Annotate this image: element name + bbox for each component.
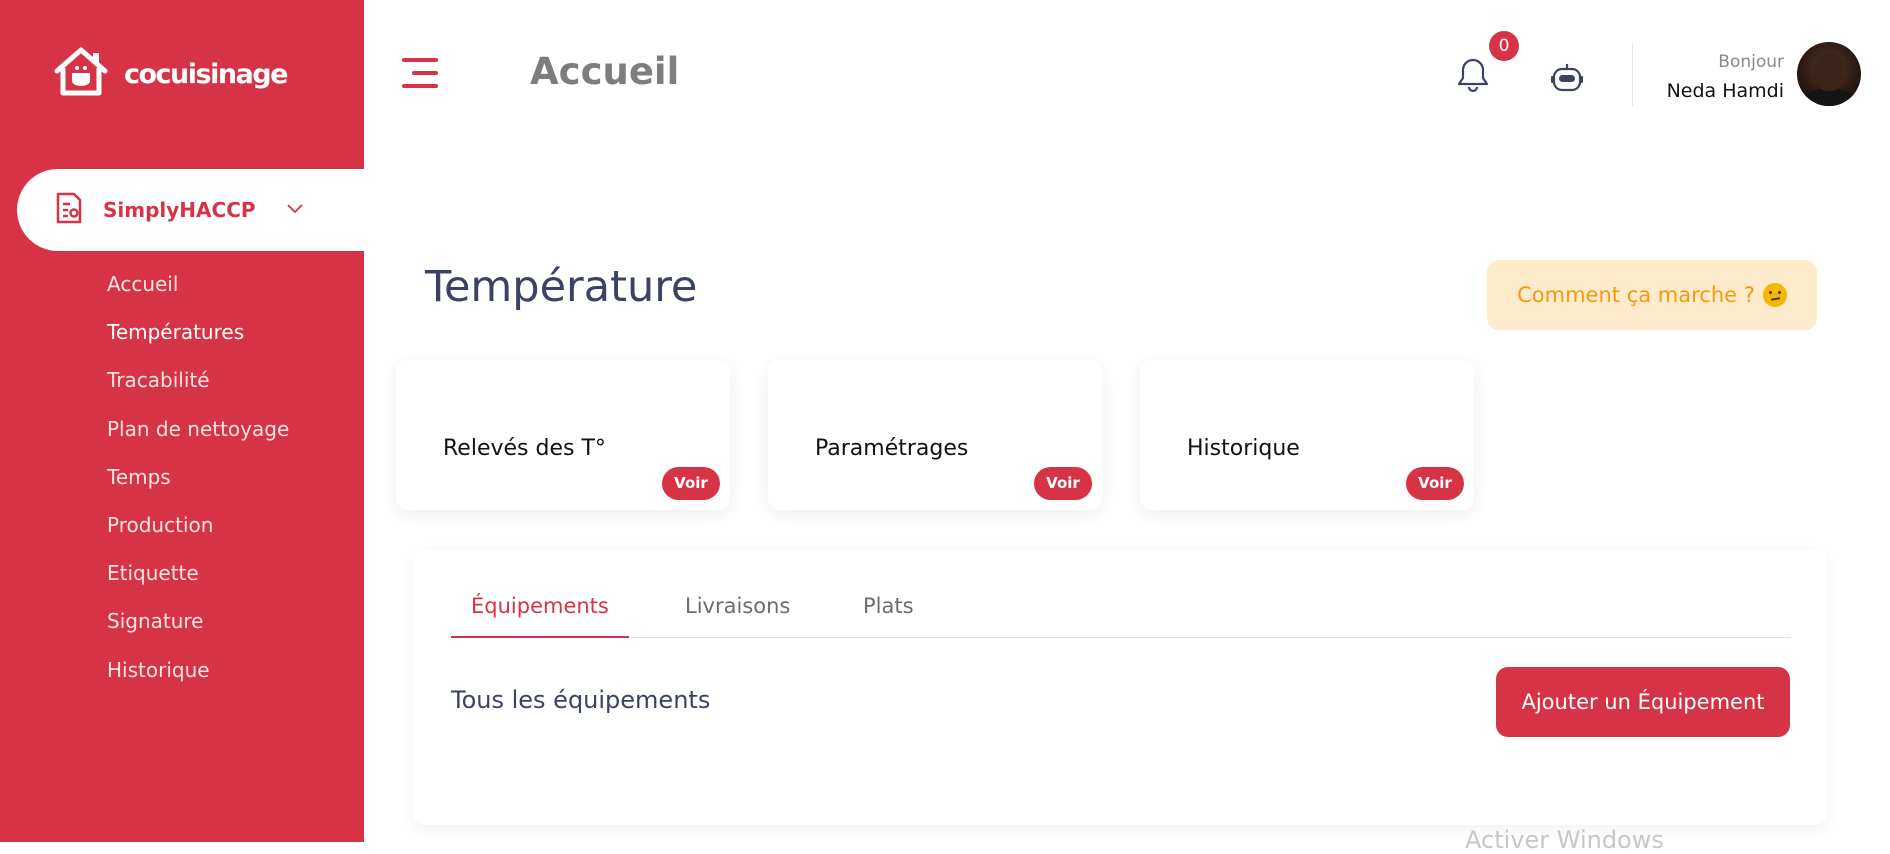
notification-badge: 0 bbox=[1489, 31, 1519, 61]
sidebar-item-signature[interactable]: Signature bbox=[107, 607, 289, 655]
card-label: Paramétrages bbox=[815, 436, 969, 461]
module-label: SimplyHACCP bbox=[103, 198, 256, 222]
avatar[interactable] bbox=[1797, 42, 1861, 106]
how-it-works-label: Comment ça marche ? bbox=[1517, 283, 1755, 307]
menu-toggle-icon[interactable] bbox=[402, 58, 438, 97]
card-parametrages[interactable]: Paramétrages Voir bbox=[768, 360, 1102, 510]
how-it-works-button[interactable]: Comment ça marche ? bbox=[1487, 260, 1817, 330]
module-selector[interactable]: SimplyHACCP bbox=[17, 169, 364, 251]
robot-assistant-icon[interactable] bbox=[1550, 63, 1584, 97]
sidebar-item-historique[interactable]: Historique bbox=[107, 656, 289, 704]
greeting-text: Bonjour bbox=[1718, 52, 1784, 72]
sidebar-item-accueil[interactable]: Accueil bbox=[107, 270, 289, 318]
page-title: Accueil bbox=[530, 50, 680, 93]
sidebar-item-temps[interactable]: Temps bbox=[107, 463, 289, 511]
card-historique[interactable]: Historique Voir bbox=[1140, 360, 1474, 510]
equipment-panel: Équipements Livraisons Plats Tous les éq… bbox=[413, 550, 1827, 825]
list-title: Tous les équipements bbox=[451, 686, 711, 714]
sidebar: cocuisinage SimplyHACCP Accueil Températ… bbox=[0, 0, 364, 842]
add-equipment-button[interactable]: Ajouter un Équipement bbox=[1496, 667, 1790, 737]
house-logo-icon bbox=[52, 46, 110, 102]
sidebar-item-etiquette[interactable]: Etiquette bbox=[107, 559, 289, 607]
chevron-down-icon[interactable] bbox=[287, 199, 303, 218]
card-label: Relevés des T° bbox=[443, 436, 606, 461]
bell-icon[interactable] bbox=[1456, 57, 1490, 97]
voir-button[interactable]: Voir bbox=[1034, 467, 1092, 500]
tab-bar: Équipements Livraisons Plats bbox=[451, 594, 1791, 638]
document-icon bbox=[55, 191, 83, 229]
brand-name: cocuisinage bbox=[124, 58, 288, 90]
tab-plats[interactable]: Plats bbox=[843, 594, 934, 638]
section-title: Température bbox=[425, 262, 698, 312]
card-label: Historique bbox=[1187, 436, 1300, 461]
sidebar-item-temperatures[interactable]: Températures bbox=[107, 318, 289, 366]
user-name: Neda Hamdi bbox=[1666, 80, 1784, 102]
brand-logo[interactable]: cocuisinage bbox=[52, 46, 288, 102]
sidebar-item-plan-de-nettoyage[interactable]: Plan de nettoyage bbox=[107, 415, 289, 463]
sidebar-item-tracabilite[interactable]: Tracabilité bbox=[107, 366, 289, 414]
tab-equipements[interactable]: Équipements bbox=[451, 594, 629, 638]
top-bar: Accueil 0 Bonjour Neda Hamdi bbox=[364, 0, 1890, 150]
sidebar-nav: Accueil Températures Tracabilité Plan de… bbox=[107, 270, 289, 704]
tab-livraisons[interactable]: Livraisons bbox=[665, 594, 810, 638]
voir-button[interactable]: Voir bbox=[662, 467, 720, 500]
card-releves[interactable]: Relevés des T° Voir bbox=[396, 360, 730, 510]
windows-activation-watermark: Activer Windows bbox=[1465, 826, 1664, 854]
thinking-emoji-icon bbox=[1762, 283, 1787, 307]
voir-button[interactable]: Voir bbox=[1406, 467, 1464, 500]
sidebar-item-production[interactable]: Production bbox=[107, 511, 289, 559]
